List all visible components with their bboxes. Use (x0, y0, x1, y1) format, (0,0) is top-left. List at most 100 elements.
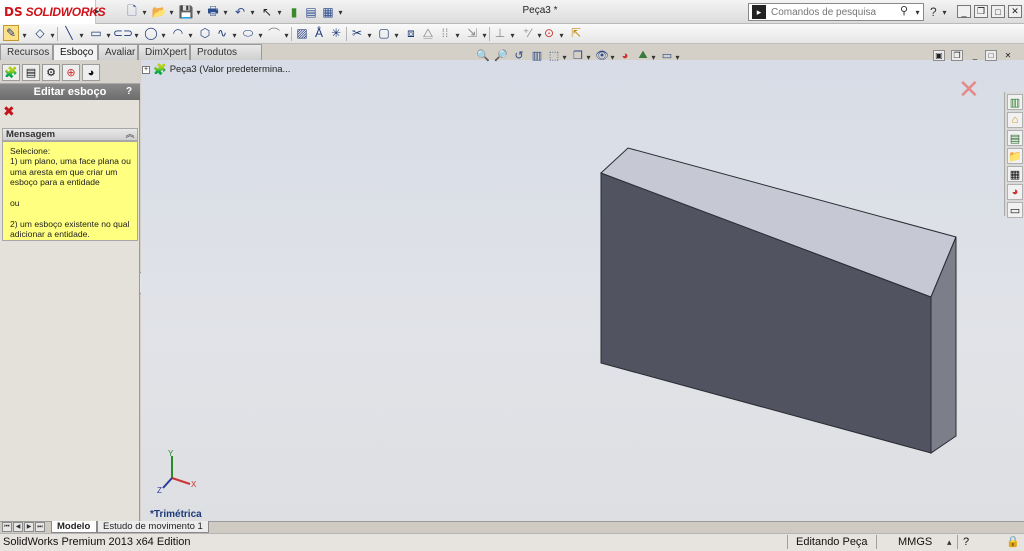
message-section-header[interactable]: Mensagem (2, 128, 138, 141)
search-icon[interactable]: ⚲ (900, 4, 914, 18)
minimize-button[interactable]: _ (957, 5, 971, 18)
chevron-down-icon[interactable]: ▾ (133, 30, 140, 40)
quick-snaps-icon[interactable]: ⊙ (541, 25, 557, 41)
slot-icon[interactable]: ⊂⊃ (113, 25, 133, 41)
tab-estudo-de-movimento[interactable]: Estudo de movimento 1 (97, 521, 209, 533)
chevron-down-icon[interactable]: ▾ (283, 30, 290, 40)
help-button[interactable]: ? (930, 5, 937, 19)
chevron-down-icon[interactable]: ▾ (941, 7, 948, 17)
part-name[interactable]: Peça3 (Valor predetermina... (170, 64, 291, 75)
view-orientation-icon[interactable]: ⬚ (546, 48, 562, 63)
property-manager-help-button[interactable]: ? (122, 85, 136, 99)
chevron-down-icon[interactable]: ▾ (609, 52, 616, 62)
plane-icon[interactable]: ▨ (294, 25, 310, 41)
design-library-icon[interactable]: ⌂ (1007, 112, 1023, 128)
last-tab-arrow-icon[interactable]: ⏭ (35, 522, 45, 532)
move-entities-icon[interactable]: ⇲ (464, 25, 480, 41)
offset-entities-icon[interactable]: ⧈ (403, 25, 419, 41)
print-icon[interactable]: 🖶 (205, 4, 221, 20)
prev-tab-arrow-icon[interactable]: ◀ (13, 522, 23, 532)
ellipse-icon[interactable]: ⬭ (240, 25, 256, 41)
sketch-text-icon[interactable]: Å (311, 25, 327, 41)
tab-esboco[interactable]: Esboço (53, 44, 98, 60)
point-icon[interactable]: ✳ (328, 25, 344, 41)
arc-icon[interactable]: ◠ (170, 25, 186, 41)
edit-appearance-icon[interactable]: ◕ (617, 48, 633, 63)
feature-manager-tree-icon[interactable]: 🧩 (2, 64, 20, 81)
chevron-down-icon[interactable]: ▾ (558, 30, 565, 40)
next-tab-arrow-icon[interactable]: ▶ (24, 522, 34, 532)
property-manager-icon[interactable]: ▤ (22, 64, 40, 81)
new-document-icon[interactable]: 🗋 (124, 4, 140, 20)
first-tab-arrow-icon[interactable]: ⏮ (2, 522, 12, 532)
chevron-down-icon[interactable]: ▾ (195, 7, 202, 17)
instant2d-icon[interactable]: ⇱ (568, 25, 584, 41)
chevron-down-icon[interactable]: ▾ (561, 52, 568, 62)
status-help[interactable]: ? (963, 536, 969, 548)
rebuild-status-icon[interactable]: 🔒 (1006, 535, 1020, 548)
open-folder-icon[interactable]: 📂 (151, 4, 167, 20)
tab-avaliar[interactable]: Avaliar (98, 44, 138, 60)
apply-scene-icon[interactable]: ⛰ (635, 48, 651, 63)
chevron-down-icon[interactable]: ▾ (393, 30, 400, 40)
viewport-minimize-icon[interactable]: _ (969, 50, 981, 61)
cancel-icon[interactable]: ✖ (3, 104, 17, 118)
configuration-manager-icon[interactable]: ⚙ (42, 64, 60, 81)
chevron-down-icon[interactable]: ▾ (509, 30, 516, 40)
save-icon[interactable]: 💾 (178, 4, 194, 20)
chevron-down-icon[interactable]: ▾ (49, 30, 56, 40)
chevron-down-icon[interactable]: ▾ (337, 7, 344, 17)
part-model[interactable] (141, 60, 1024, 522)
zoom-to-area-icon[interactable]: 🔎 (493, 48, 509, 63)
repair-sketch-icon[interactable]: ⁺⁄ (519, 25, 535, 41)
solidworks-resources-icon[interactable]: ▥ (1007, 94, 1023, 110)
zoom-to-fit-icon[interactable]: 🔍 (475, 48, 491, 63)
polygon-icon[interactable]: ⬡ (197, 25, 213, 41)
tab-dimxpert[interactable]: DimXpert (138, 44, 190, 60)
viewport-close-icon[interactable]: ✕ (1002, 50, 1014, 61)
chevron-down-icon[interactable]: ▾ (21, 30, 28, 40)
restore-button[interactable]: ❐ (974, 5, 988, 18)
custom-properties-icon[interactable]: ◕ (1007, 184, 1023, 200)
tab-recursos[interactable]: Recursos (0, 44, 53, 60)
exit-sketch-close-icon[interactable]: ✕ (958, 76, 982, 102)
viewport-tile-icon[interactable]: ▣ (933, 50, 945, 61)
options-icon[interactable]: ▦ (320, 4, 336, 20)
mirror-entities-icon[interactable]: ⧋ (420, 25, 436, 41)
chevron-down-icon[interactable]: ▾ (674, 52, 681, 62)
view-palette-icon[interactable]: 📁 (1007, 148, 1023, 164)
select-pointer-icon[interactable]: ↖ (259, 4, 275, 20)
chevron-down-icon[interactable]: ▾ (160, 30, 167, 40)
task-pane-extra-icon[interactable]: ▭ (1007, 202, 1023, 218)
menu-expand-arrow-icon[interactable]: ▸ (95, 6, 101, 18)
search-input[interactable] (769, 5, 899, 19)
rectangle-icon[interactable]: ▭ (88, 25, 104, 41)
chevron-down-icon[interactable]: ▾ (78, 30, 85, 40)
hide-show-items-icon[interactable]: 👁 (594, 48, 610, 63)
chevron-down-icon[interactable]: ▾ (914, 7, 921, 17)
convert-entities-icon[interactable]: ▢ (376, 25, 392, 41)
chevron-down-icon[interactable]: ▾ (231, 30, 238, 40)
viewport-maximize-icon[interactable]: □ (985, 50, 997, 61)
linear-pattern-icon[interactable]: ⁞⁞ (437, 25, 453, 41)
display-manager-icon[interactable]: ◕ (82, 64, 100, 81)
chevron-down-icon[interactable]: ▾ (257, 30, 264, 40)
chevron-down-icon[interactable]: ▾ (105, 30, 112, 40)
chevron-down-icon[interactable]: ▾ (650, 52, 657, 62)
chevron-down-icon[interactable]: ▾ (585, 52, 592, 62)
previous-view-icon[interactable]: ↺ (511, 48, 527, 63)
smart-dimension-icon[interactable]: ◇ (32, 25, 48, 41)
file-explorer-icon[interactable]: ▤ (1007, 130, 1023, 146)
expand-icon[interactable]: + (142, 65, 150, 74)
trim-entities-icon[interactable]: ✂ (349, 25, 365, 41)
tab-modelo[interactable]: Modelo (51, 521, 97, 533)
appearances-icon[interactable]: ▦ (1007, 166, 1023, 182)
units-text[interactable]: MMGS (898, 536, 932, 548)
chevron-down-icon[interactable]: ▾ (141, 7, 148, 17)
file-properties-icon[interactable]: ▤ (303, 4, 319, 20)
spline-icon[interactable]: ∿ (214, 25, 230, 41)
edit-sketch-icon[interactable]: ✎ (3, 25, 19, 41)
undo-icon[interactable]: ↶ (232, 4, 248, 20)
rebuild-traffic-light-icon[interactable]: ▮ (286, 4, 302, 20)
chevron-down-icon[interactable]: ▾ (454, 30, 461, 40)
